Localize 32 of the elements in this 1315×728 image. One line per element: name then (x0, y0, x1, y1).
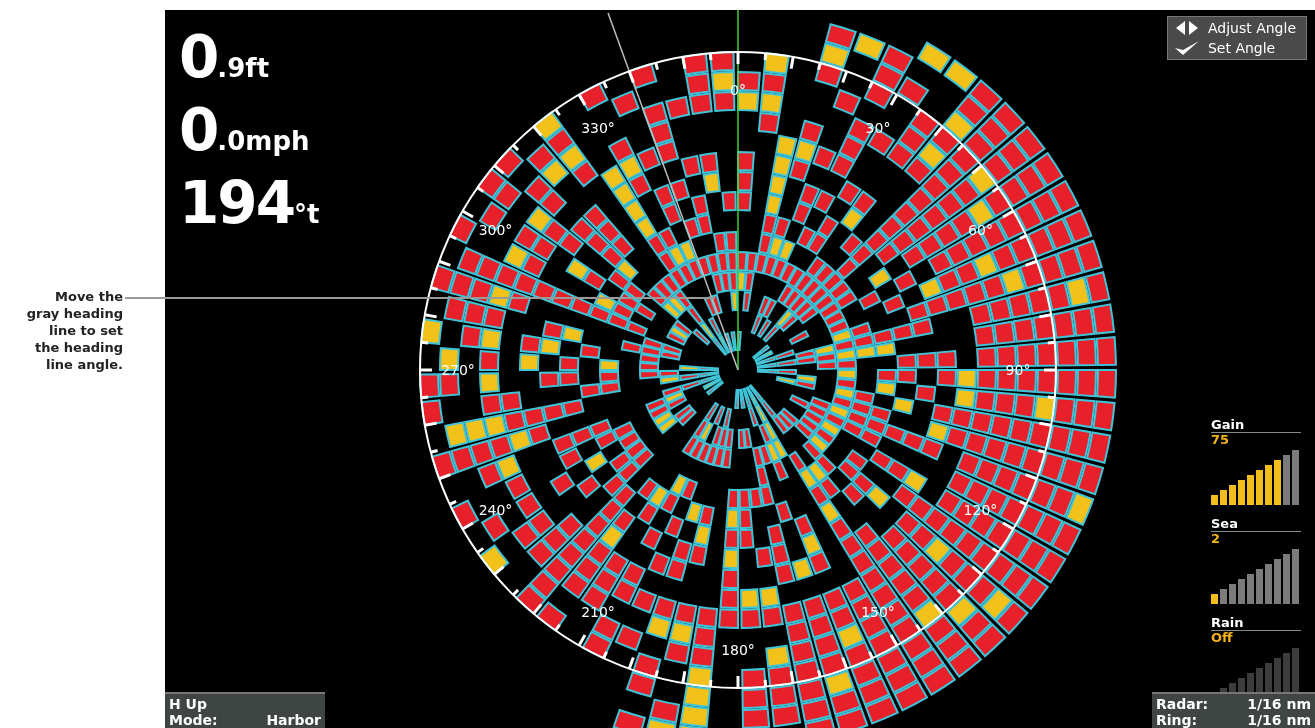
bearing-label: 300° (478, 222, 513, 238)
meter-reading: 2 (1211, 532, 1222, 546)
bearing-label: 330° (581, 119, 615, 136)
bearing-label: 240° (478, 502, 513, 518)
readout-value: 0 (179, 23, 218, 91)
bearing-label: 0° (730, 82, 746, 98)
readout-unit: .0mph (217, 126, 310, 156)
annotation-text: Move the gray heading line to set the heading line angle. (26, 288, 124, 374)
bearing-label: 180° (721, 642, 755, 658)
bearing-label: 270° (441, 362, 475, 378)
meter-label: Sea (1211, 517, 1301, 532)
mode-value: Harbor (266, 712, 321, 728)
meter-label: Gain (1211, 418, 1301, 433)
checkmark-icon (1173, 40, 1200, 56)
bearing-label: 210° (581, 604, 615, 621)
mode-label: Mode: (169, 712, 218, 728)
orientation-text: H Up (169, 696, 208, 712)
readout-value: 194 (179, 169, 295, 237)
meter-reading: Off (1211, 631, 1234, 645)
meter-reading: 75 (1211, 433, 1231, 447)
range-label: Radar: (1156, 696, 1209, 712)
range-value: 1/16 nm (1247, 696, 1311, 712)
readout-unit: °t (294, 199, 320, 229)
range-label: Ring: (1156, 712, 1198, 728)
bearing-label: 90° (1005, 362, 1031, 378)
meter-label: Rain (1211, 616, 1301, 631)
softkey-label[interactable]: Adjust Angle (1207, 20, 1296, 36)
readout-value: 0 (179, 96, 218, 164)
softkey-label[interactable]: Set Angle (1207, 40, 1276, 56)
range-value: 1/16 nm (1247, 712, 1311, 728)
bearing-label: 60° (968, 222, 993, 238)
readout-unit: .9ft (217, 53, 270, 83)
